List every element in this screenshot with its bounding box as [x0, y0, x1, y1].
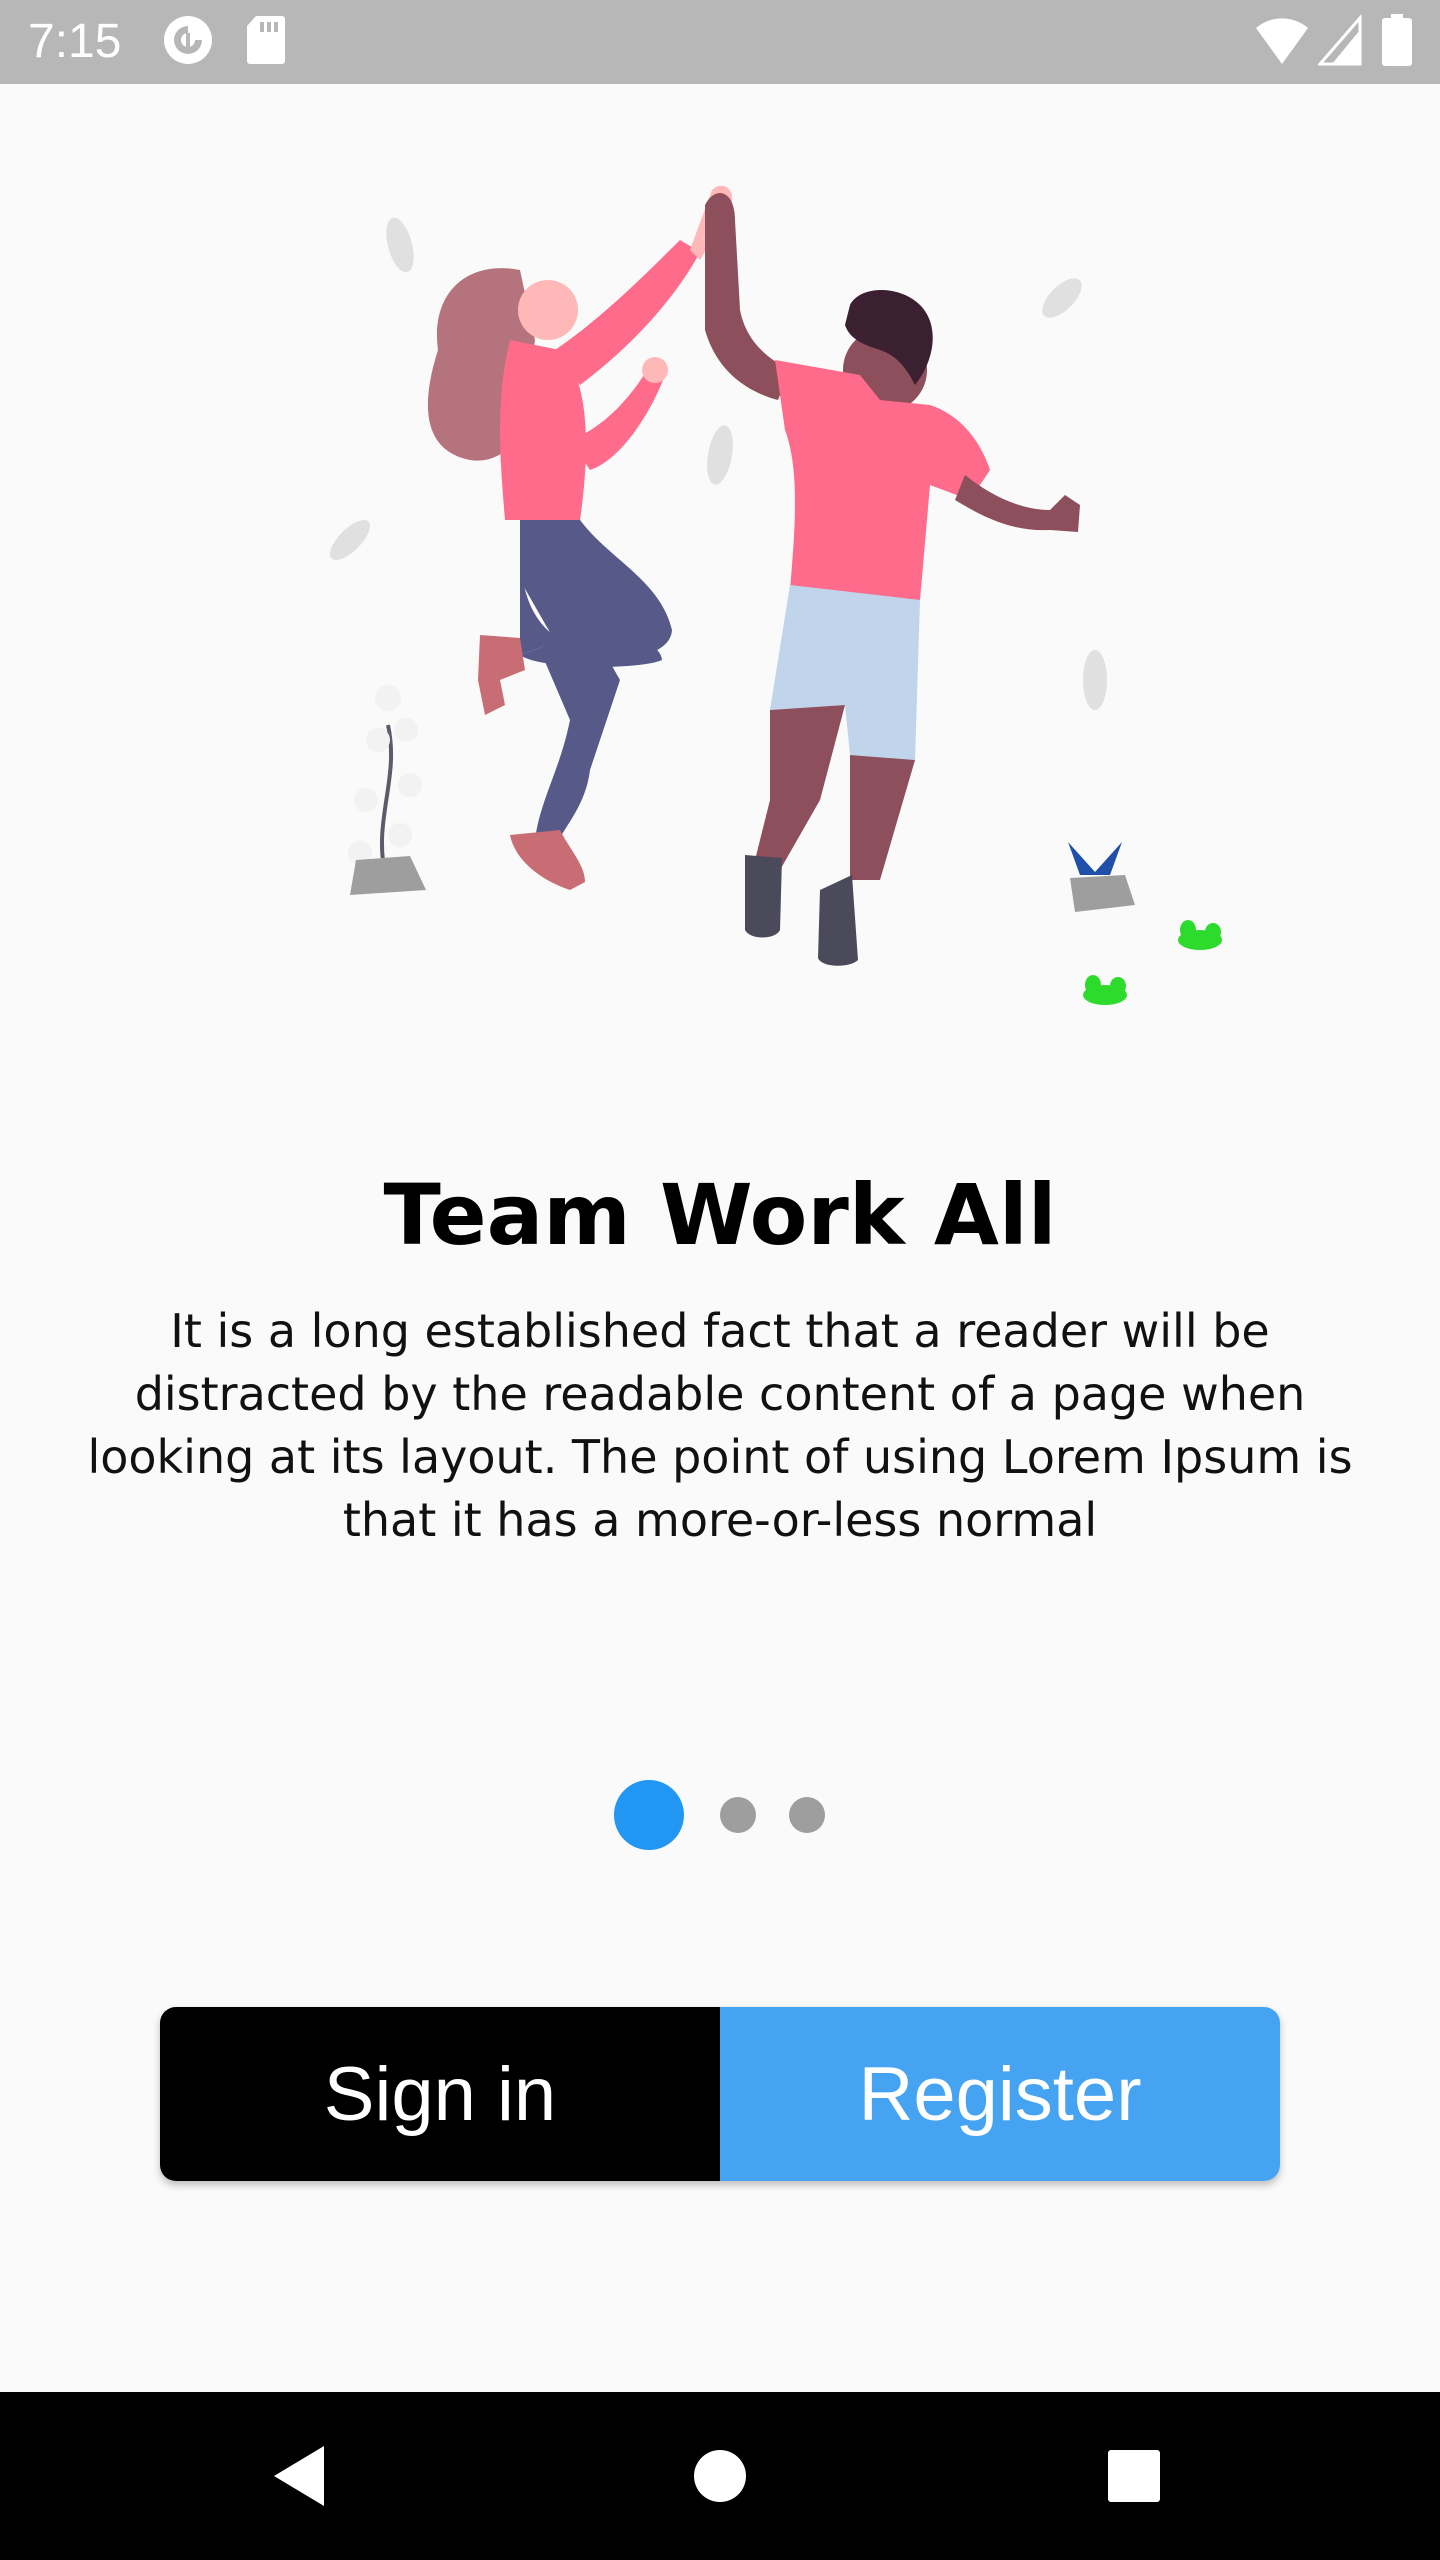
register-label: Register	[858, 2051, 1142, 2137]
recents-icon	[1108, 2450, 1160, 2502]
navigation-bar	[0, 2392, 1440, 2560]
back-button[interactable]	[220, 2392, 380, 2560]
page-indicator	[0, 1780, 1440, 1850]
sign-in-label: Sign in	[323, 2051, 557, 2137]
recents-button[interactable]	[1054, 2392, 1214, 2560]
woman-figure	[427, 185, 733, 890]
home-button[interactable]	[640, 2392, 800, 2560]
two-people-high-five-illustration	[0, 160, 1440, 1040]
page-dot-1[interactable]	[614, 1780, 684, 1850]
wifi-icon	[1254, 14, 1310, 70]
auth-button-group: Sign in Register	[160, 2007, 1280, 2181]
page-dot-2[interactable]	[720, 1797, 756, 1833]
register-button[interactable]: Register	[720, 2007, 1280, 2181]
green-shrubs	[1083, 920, 1222, 1005]
man-figure	[705, 193, 1080, 966]
battery-icon	[1382, 14, 1412, 70]
berry-plant	[348, 685, 426, 895]
home-icon	[694, 2450, 746, 2502]
onboarding-title: Team Work All	[383, 1166, 1057, 1264]
signal-icon	[1316, 13, 1362, 70]
page-dot-3[interactable]	[789, 1797, 825, 1833]
pocket-casts-icon	[162, 14, 214, 70]
onboarding-screen: 7:15 Team Work All It is a long establis…	[0, 0, 1440, 2560]
status-time: 7:15	[28, 15, 122, 68]
flower-pot	[1068, 842, 1135, 912]
sign-in-button[interactable]: Sign in	[160, 2007, 720, 2181]
sd-card-icon	[246, 14, 286, 70]
onboarding-description: It is a long established fact that a rea…	[87, 1304, 1353, 1547]
back-icon	[274, 2446, 324, 2506]
status-bar: 7:15	[0, 0, 1440, 84]
